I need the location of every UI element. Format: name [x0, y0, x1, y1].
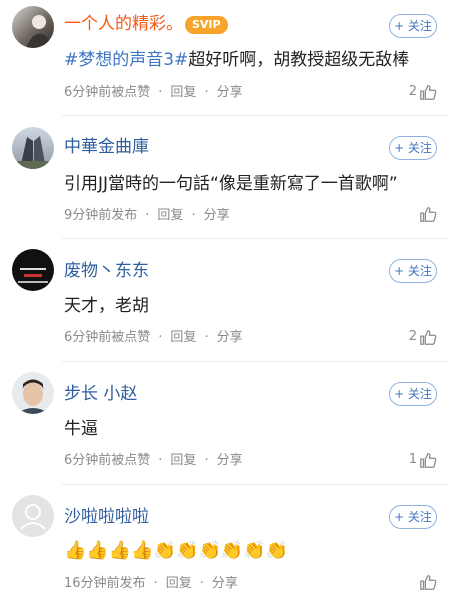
- thumbs-up-icon: [419, 328, 437, 346]
- reply-button[interactable]: 回复: [157, 207, 183, 225]
- share-button[interactable]: 分享: [204, 207, 230, 225]
- comment-item: 步长 小赵 + 关注 牛逼 6分钟前被点赞 · 回复 · 分享 1: [0, 362, 449, 485]
- comment-item: 一个人的精彩。 SVIP + 关注 #梦想的声音3#超好听啊，胡教授超级无敌棒 …: [0, 0, 449, 116]
- reply-button[interactable]: 回复: [170, 452, 196, 470]
- comment-time: 6分钟前被点赞: [64, 453, 151, 468]
- default-avatar-icon[interactable]: [12, 495, 54, 537]
- share-button[interactable]: 分享: [217, 84, 243, 102]
- topic-tag-link[interactable]: #梦想的声音3#: [64, 50, 188, 70]
- comment-text: 牛逼: [64, 419, 98, 439]
- follow-button[interactable]: + 关注: [389, 505, 437, 529]
- username[interactable]: 步长 小赵: [64, 383, 137, 405]
- comment-time: 6分钟前被点赞: [64, 85, 151, 100]
- comment-time: 9分钟前发布: [64, 208, 138, 223]
- comment-item: 沙啦啦啦啦 + 关注 👍👍👍👍👏👏👏👏👏👏 16分钟前发布 · 回复 · 分享: [0, 485, 449, 596]
- like-button[interactable]: [417, 205, 437, 223]
- vip-badge: SVIP: [185, 16, 228, 34]
- share-button[interactable]: 分享: [217, 452, 243, 470]
- comment-text: #梦想的声音3#超好听啊，胡教授超级无敌棒: [64, 50, 410, 70]
- like-button[interactable]: 1: [409, 450, 437, 470]
- reply-button[interactable]: 回复: [166, 575, 192, 593]
- username[interactable]: 沙啦啦啦啦: [64, 506, 149, 528]
- comment-meta: 6分钟前被点赞 · 回复 · 分享: [64, 329, 243, 347]
- like-count: 1: [408, 452, 417, 467]
- comment-text: 天才，老胡: [64, 296, 149, 316]
- avatar[interactable]: [12, 372, 54, 414]
- username[interactable]: 一个人的精彩。: [64, 13, 183, 35]
- follow-button[interactable]: + 关注: [389, 136, 437, 160]
- reply-button[interactable]: 回复: [170, 329, 196, 347]
- like-count: 2: [408, 329, 417, 344]
- avatar[interactable]: [12, 127, 54, 169]
- comment-text: 引用JJ當時的一句話“像是重新寫了一首歌啊”: [64, 174, 398, 194]
- follow-button[interactable]: + 关注: [389, 259, 437, 283]
- thumbs-up-icon: [419, 83, 437, 101]
- comment-meta: 9分钟前发布 · 回复 · 分享: [64, 207, 230, 225]
- avatar[interactable]: [12, 6, 54, 48]
- comment-meta: 6分钟前被点赞 · 回复 · 分享: [64, 452, 243, 470]
- comment-time: 16分钟前发布: [64, 576, 146, 591]
- comment-meta: 6分钟前被点赞 · 回复 · 分享: [64, 84, 243, 102]
- username[interactable]: 中華金曲庫: [64, 136, 149, 158]
- comment-meta: 16分钟前发布 · 回复 · 分享: [64, 575, 238, 593]
- username[interactable]: 废物丶东东: [64, 260, 149, 282]
- follow-button[interactable]: + 关注: [389, 14, 437, 38]
- share-button[interactable]: 分享: [212, 575, 238, 593]
- like-button[interactable]: 2: [409, 327, 437, 347]
- comment-text: 👍👍👍👍👏👏👏👏👏👏: [64, 540, 289, 561]
- follow-button[interactable]: + 关注: [389, 382, 437, 406]
- share-button[interactable]: 分享: [217, 329, 243, 347]
- like-button[interactable]: 2: [409, 82, 437, 102]
- comment-item: 中華金曲庫 + 关注 引用JJ當時的一句話“像是重新寫了一首歌啊” 9分钟前发布…: [0, 116, 449, 239]
- like-button[interactable]: [417, 573, 437, 591]
- avatar[interactable]: [12, 249, 54, 291]
- comment-item: 废物丶东东 + 关注 天才，老胡 6分钟前被点赞 · 回复 · 分享 2: [0, 239, 449, 362]
- thumbs-up-icon: [419, 573, 437, 591]
- thumbs-up-icon: [419, 451, 437, 469]
- thumbs-up-icon: [419, 205, 437, 223]
- like-count: 2: [408, 84, 417, 99]
- reply-button[interactable]: 回复: [170, 84, 196, 102]
- comment-time: 6分钟前被点赞: [64, 330, 151, 345]
